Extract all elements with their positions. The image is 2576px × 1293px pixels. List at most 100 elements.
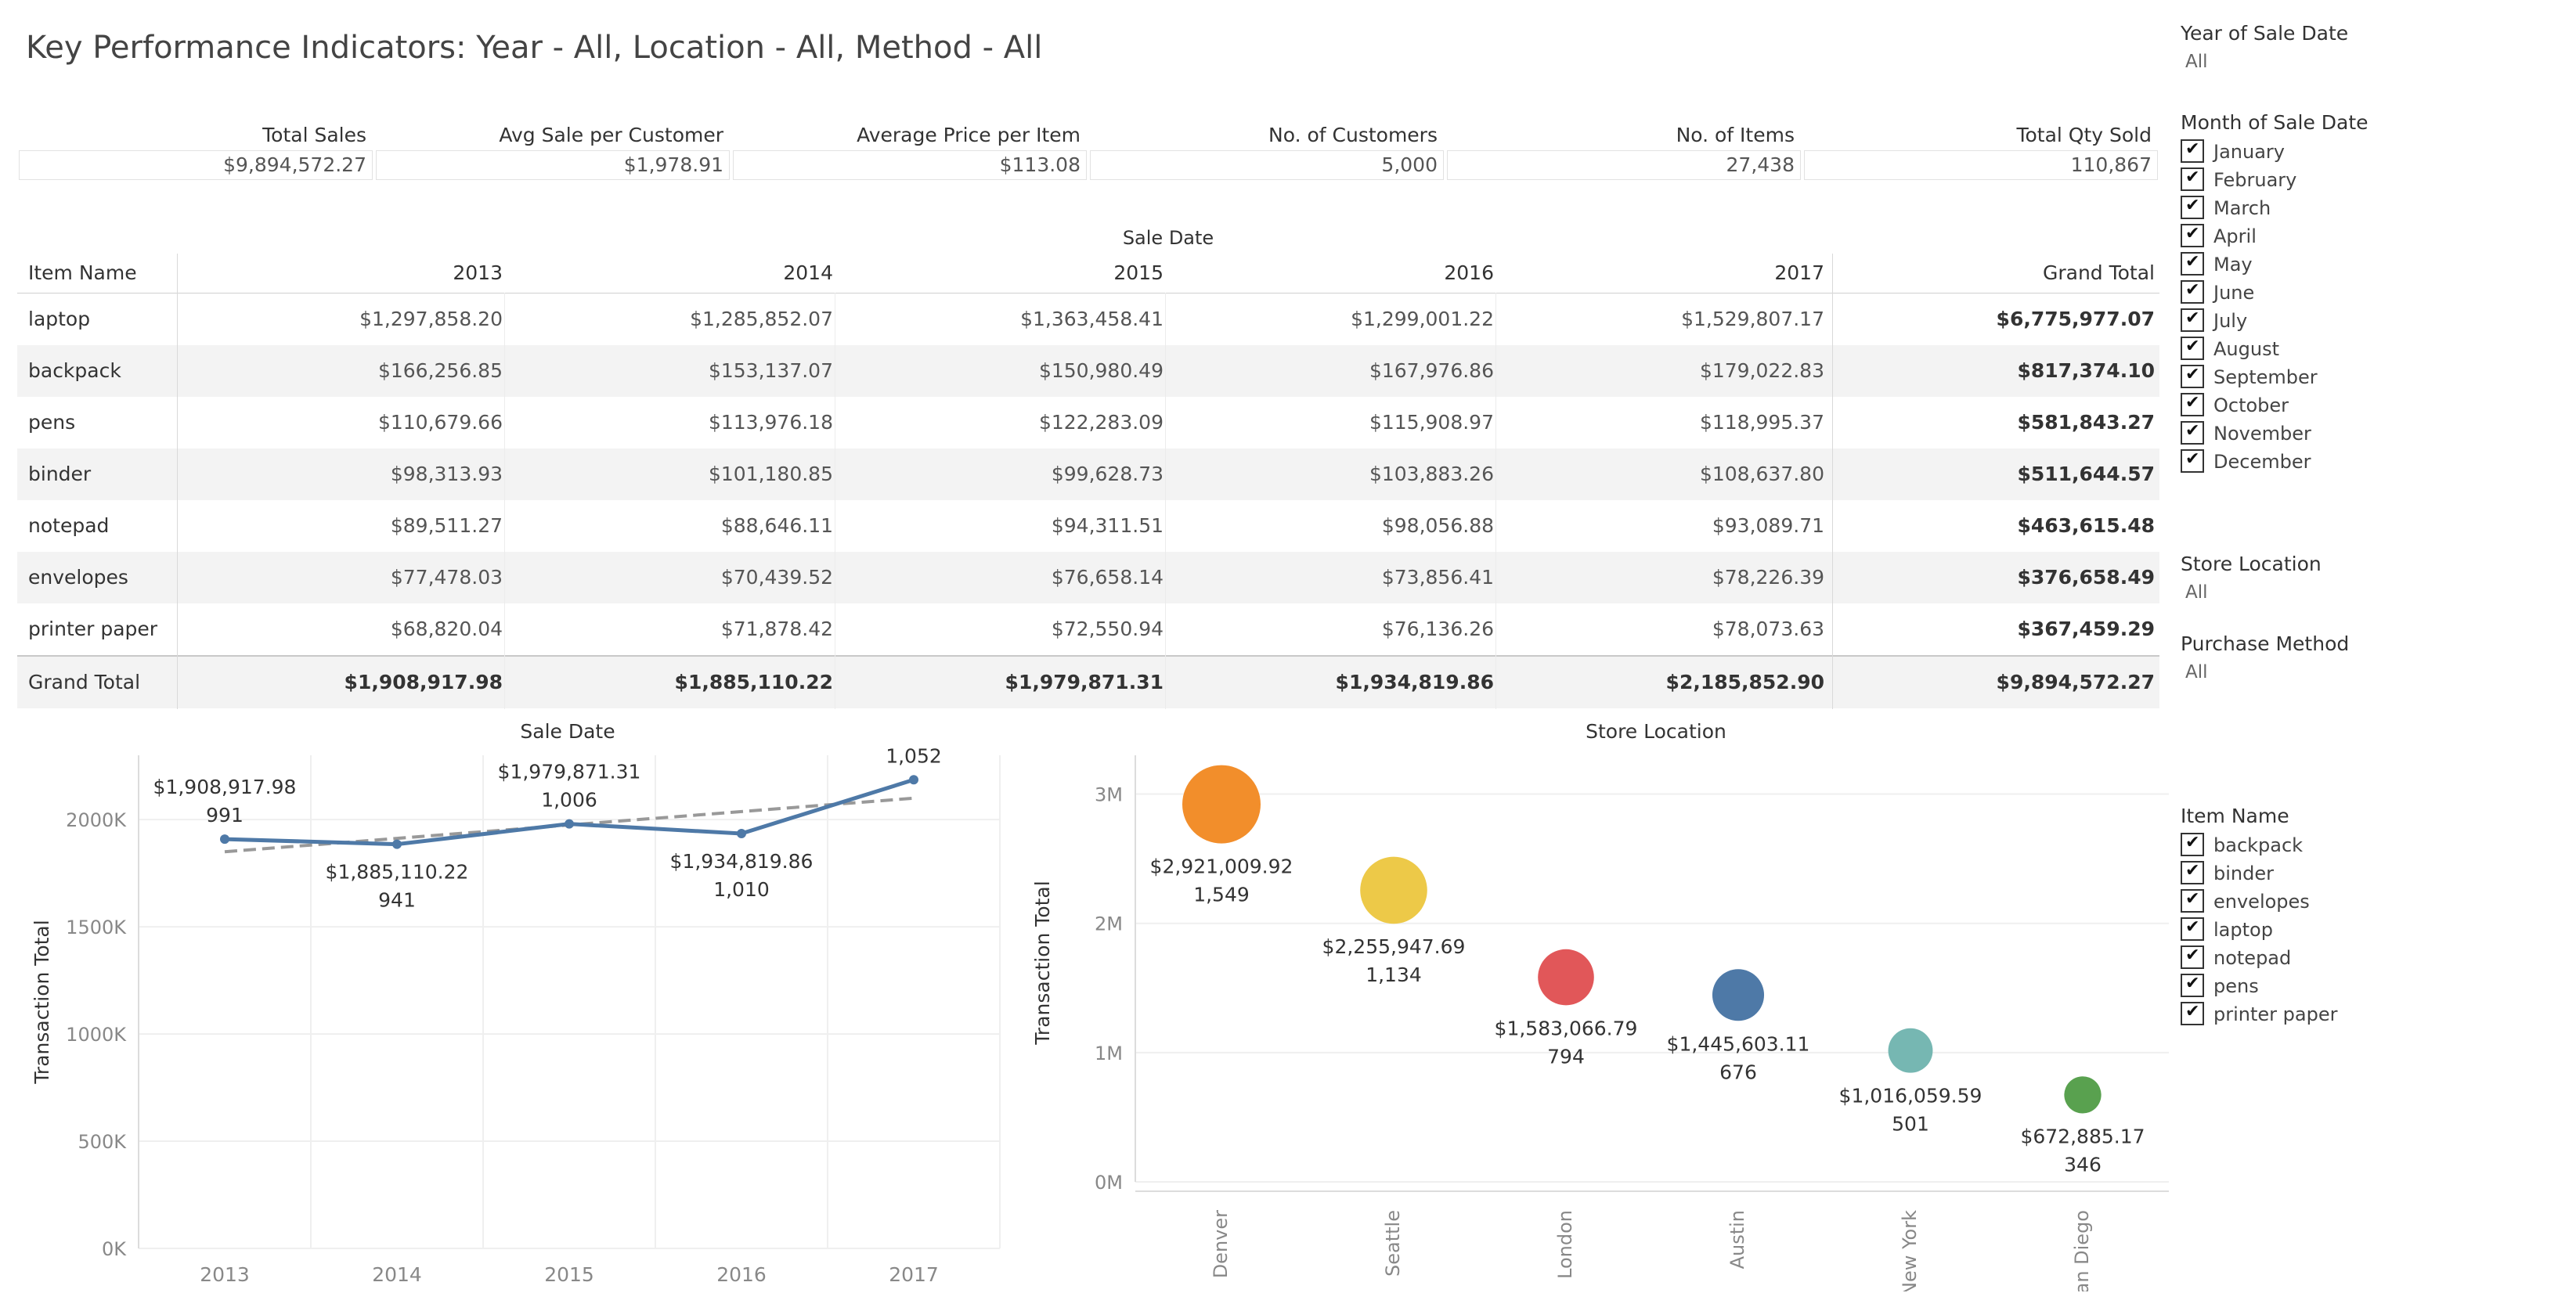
- value-cell: $113,976.18: [708, 411, 833, 434]
- method-filter-value[interactable]: All: [2185, 662, 2208, 683]
- value-cell: $108,637.80: [1699, 463, 1824, 485]
- month-filter-option[interactable]: November: [2181, 420, 2494, 448]
- checkbox[interactable]: [2181, 974, 2204, 997]
- month-filter-option[interactable]: October: [2181, 391, 2494, 420]
- value-cell: $1,363,458.41: [1020, 308, 1164, 330]
- y-tick-label: 1000K: [66, 1024, 127, 1046]
- value-cell: $93,089.71: [1712, 514, 1824, 537]
- item-filter-option-label: binder: [2213, 863, 2274, 884]
- data-label-count: 501: [1892, 1113, 1929, 1136]
- data-point: [392, 839, 402, 849]
- item-filter-option-label: laptop: [2213, 919, 2273, 941]
- month-filter-option[interactable]: March: [2181, 194, 2494, 222]
- checkbox[interactable]: [2181, 393, 2204, 416]
- checkbox[interactable]: [2181, 224, 2204, 247]
- value-cell: $98,313.93: [390, 463, 503, 485]
- value-cell: $166,256.85: [377, 359, 503, 382]
- sales-crosstab: Sale Date Item Name 2013 2014 2015 2016 2017 G…: [17, 227, 2159, 709]
- value-cell: $463,615.48: [2017, 514, 2155, 537]
- value-cell: $1,297,858.20: [359, 308, 503, 330]
- month-filter-option-label: June: [2213, 282, 2255, 304]
- column-divider: [1495, 293, 1496, 709]
- checkbox[interactable]: [2181, 917, 2204, 941]
- x-category-label: London: [1554, 1210, 1576, 1279]
- checkbox[interactable]: [2181, 196, 2204, 219]
- checkbox[interactable]: [2181, 139, 2204, 163]
- x-category-label: Denver: [1210, 1210, 1232, 1278]
- month-filter-option-label: February: [2213, 169, 2297, 191]
- value-cell: $1,979,871.31: [1005, 671, 1164, 693]
- checkbox[interactable]: [2181, 1002, 2204, 1025]
- value-cell: $70,439.52: [720, 566, 833, 589]
- checkbox[interactable]: [2181, 167, 2204, 191]
- checkbox[interactable]: [2181, 833, 2204, 856]
- value-cell: $511,644.57: [2017, 463, 2155, 485]
- checkbox[interactable]: [2181, 252, 2204, 276]
- item-filter-option[interactable]: binder: [2181, 859, 2494, 888]
- bubble-austin: [1712, 969, 1765, 1021]
- bubble-london: [1538, 949, 1594, 1006]
- month-filter-title: Month of Sale Date: [2181, 111, 2369, 134]
- kpi-strip: Total Sales $9,894,572.27 Avg Sale per Cus…: [17, 124, 2159, 180]
- grand-total-row: Grand Total $1,908,917.98 $1,885,110.22 $1,…: [17, 655, 2159, 708]
- item-filter-option[interactable]: backpack: [2181, 831, 2494, 859]
- month-filter-option[interactable]: May: [2181, 250, 2494, 279]
- x-tick-label: 2016: [716, 1263, 767, 1286]
- value-cell: $581,843.27: [2017, 411, 2155, 434]
- item-filter-option[interactable]: envelopes: [2181, 888, 2494, 916]
- year-filter-value[interactable]: All: [2185, 52, 2208, 72]
- data-label-value: $1,016,059.59: [1839, 1085, 1983, 1108]
- item-filter-option[interactable]: notepad: [2181, 944, 2494, 972]
- month-filter-option[interactable]: April: [2181, 222, 2494, 250]
- month-filter-option[interactable]: June: [2181, 279, 2494, 307]
- checkbox[interactable]: [2181, 365, 2204, 388]
- item-filter-option-label: envelopes: [2213, 891, 2310, 913]
- month-filter-option[interactable]: September: [2181, 363, 2494, 391]
- month-filter-option[interactable]: January: [2181, 138, 2494, 166]
- value-cell: $78,226.39: [1712, 566, 1824, 589]
- month-filter-option[interactable]: February: [2181, 166, 2494, 194]
- value-cell: $817,374.10: [2017, 359, 2155, 382]
- bubble-chart-title: Store Location: [1586, 720, 1726, 743]
- item-filter-option[interactable]: printer paper: [2181, 1000, 2494, 1028]
- value-cell: $1,885,110.22: [674, 671, 833, 693]
- table-row: backpack $166,256.85 $153,137.07 $150,980.4…: [17, 345, 2159, 397]
- value-cell: $179,022.83: [1699, 359, 1824, 382]
- month-filter-list: January February March April May June July Augu…: [2181, 138, 2509, 482]
- data-point: [737, 829, 746, 839]
- value-cell: $1,529,807.17: [1681, 308, 1824, 330]
- y-tick-label: 1500K: [66, 917, 127, 938]
- value-cell: $76,136.26: [1381, 618, 1494, 640]
- kpi-label: Total Sales: [262, 124, 366, 146]
- checkbox[interactable]: [2181, 889, 2204, 913]
- item-filter-option[interactable]: pens: [2181, 972, 2494, 1000]
- month-filter-option[interactable]: August: [2181, 335, 2494, 363]
- kpi-label: Avg Sale per Customer: [499, 124, 723, 146]
- month-filter-option[interactable]: December: [2181, 448, 2494, 476]
- column-header: 2014: [783, 261, 833, 284]
- checkbox[interactable]: [2181, 861, 2204, 884]
- month-filter-option[interactable]: July: [2181, 307, 2494, 335]
- item-filter-option[interactable]: laptop: [2181, 916, 2494, 944]
- data-label-count: 346: [2064, 1154, 2102, 1176]
- kpi-card: Avg Sale per Customer $1,978.91: [374, 124, 731, 180]
- checkbox[interactable]: [2181, 308, 2204, 332]
- data-label-count: 676: [1719, 1061, 1757, 1083]
- checkbox[interactable]: [2181, 421, 2204, 445]
- data-label-count: 1,134: [1366, 963, 1422, 986]
- checkbox[interactable]: [2181, 337, 2204, 360]
- value-cell: $73,856.41: [1381, 566, 1494, 589]
- store-filter-value[interactable]: All: [2185, 582, 2208, 603]
- item-name-cell: binder: [28, 463, 92, 485]
- kpi-label: No. of Customers: [1268, 124, 1438, 146]
- checkbox[interactable]: [2181, 945, 2204, 969]
- table-column-group-header: Sale Date: [1122, 227, 1214, 249]
- y-tick-label: 2M: [1095, 913, 1123, 935]
- kpi-label: Total Qty Sold: [2016, 124, 2152, 146]
- data-label-count: 1,006: [541, 789, 597, 812]
- checkbox[interactable]: [2181, 280, 2204, 304]
- data-label-value: $672,885.17: [2020, 1126, 2145, 1148]
- bubble-new-york: [1888, 1028, 1933, 1073]
- checkbox[interactable]: [2181, 449, 2204, 473]
- year-filter-title: Year of Sale Date: [2181, 22, 2349, 45]
